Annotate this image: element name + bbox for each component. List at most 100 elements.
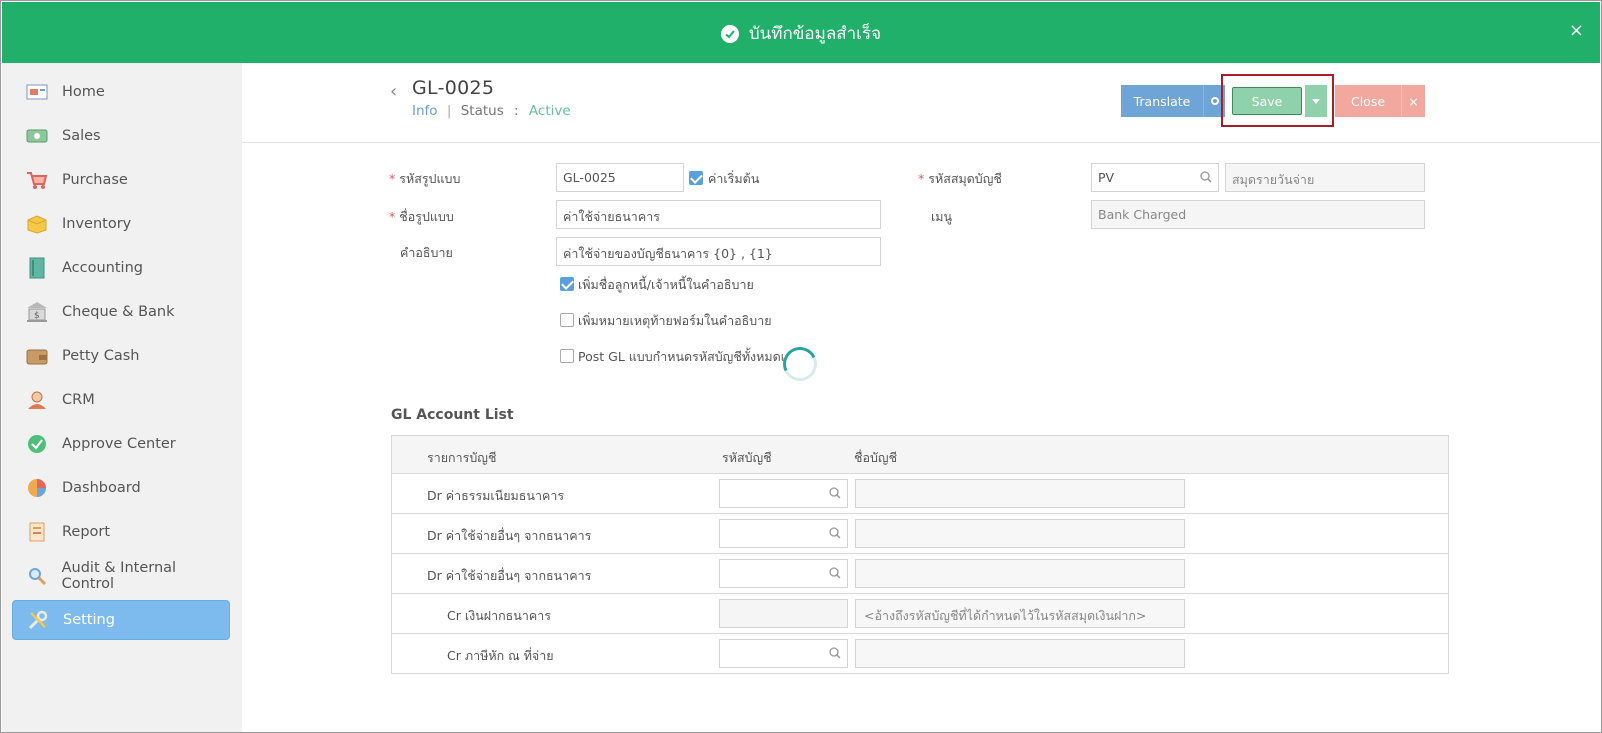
sidebar-item-label: Inventory (62, 216, 132, 232)
app-window: บันทึกข้อมูลสำเร็จ × Home Sales Purchase… (0, 0, 1602, 733)
row-label: Dr ค่าใช้จ่ายอื่นๆ จากธนาคาร (427, 568, 592, 583)
sidebar-item-home[interactable]: Home (12, 72, 230, 112)
sidebar-item-cheque-bank[interactable]: $ Cheque & Bank (12, 292, 230, 332)
report-icon (26, 521, 48, 543)
sidebar: Home Sales Purchase Inventory Accounting… (2, 63, 242, 732)
status-label: Status (460, 103, 504, 119)
sidebar-item-accounting[interactable]: Accounting (12, 248, 230, 288)
table-row: Cr ภาษีหัก ณ ที่จ่าย (392, 634, 1448, 674)
code-field[interactable]: GL-0025 (556, 163, 684, 192)
search-icon[interactable] (829, 647, 841, 663)
sales-icon (26, 125, 48, 147)
status-badge: Active (528, 103, 571, 119)
account-name-field (855, 519, 1185, 548)
table-header: รายการบัญชี รหัสบัญชี ชื่อบัญชี (392, 436, 1448, 474)
search-icon[interactable] (829, 527, 841, 543)
check-circle-icon (720, 24, 739, 43)
search-icon[interactable] (829, 487, 841, 503)
sidebar-item-label: Report (62, 524, 111, 540)
journal-name-field: สมุดรายวันจ่าย (1225, 163, 1425, 192)
close-button[interactable]: Close (1335, 85, 1401, 117)
sidebar-item-audit[interactable]: Audit & Internal Control (12, 556, 230, 596)
table-row: Dr ค่าธรรมเนียมธนาคาร (392, 474, 1448, 514)
default-checkbox-label: ค่าเริ่มต้น (708, 171, 760, 186)
desc-field[interactable]: ค่าใช้จ่ายของบัญชีธนาคาร {0} , {1} (556, 237, 881, 266)
account-name-field: <อ้างถึงรหัสบัญชีที่ได้กำหนดไว้ในรหัสสมุ… (855, 599, 1185, 628)
post-gl-label: Post GL แบบกำหนดรหัสบัญชีทั้งหมดเ (578, 349, 786, 364)
sidebar-item-setting[interactable]: Setting (12, 600, 230, 640)
account-code-input[interactable] (719, 519, 848, 548)
gl-account-table: รายการบัญชี รหัสบัญชี ชื่อบัญชี Dr ค่าธร… (391, 435, 1449, 674)
book-icon (26, 257, 48, 279)
toast-close-button[interactable]: × (1569, 20, 1584, 41)
sidebar-item-label: Cheque & Bank (62, 304, 175, 320)
name-label: * ชื่อรูปแบบ (389, 209, 454, 224)
tab-info[interactable]: Info (412, 103, 438, 119)
sidebar-item-label: Approve Center (62, 436, 176, 452)
close-x-button[interactable]: × (1401, 85, 1425, 117)
code-label: * รหัสรูปแบบ (389, 171, 461, 186)
row-label: Cr ภาษีหัก ณ ที่จ่าย (447, 648, 554, 663)
sidebar-item-label: Petty Cash (62, 348, 140, 364)
column-header: รายการบัญชี (427, 450, 497, 465)
sidebar-item-purchase[interactable]: Purchase (12, 160, 230, 200)
journal-label: * รหัสสมุดบัญชี (918, 171, 1002, 186)
sidebar-item-dashboard[interactable]: Dashboard (12, 468, 230, 508)
account-name-field (855, 639, 1185, 668)
default-checkbox[interactable] (689, 171, 703, 185)
pie-chart-icon (26, 477, 48, 499)
name-field[interactable]: ค่าใช้จ่ายธนาคาร (556, 200, 881, 229)
add-debtor-checkbox[interactable] (560, 277, 574, 291)
column-header: ชื่อบัญชี (854, 450, 898, 465)
bank-icon: $ (26, 301, 48, 323)
add-remark-checkbox[interactable] (560, 313, 574, 327)
row-label: Dr ค่าใช้จ่ายอื่นๆ จากธนาคาร (427, 528, 592, 543)
cart-icon (26, 169, 48, 191)
sidebar-item-label: Sales (62, 128, 101, 144)
journal-code-field[interactable]: PV (1091, 163, 1219, 192)
search-icon[interactable] (829, 567, 841, 583)
sidebar-item-approve-center[interactable]: Approve Center (12, 424, 230, 464)
desc-label: คำอธิบาย (400, 245, 453, 260)
sidebar-item-petty-cash[interactable]: Petty Cash (12, 336, 230, 376)
success-toast: บันทึกข้อมูลสำเร็จ × (2, 2, 1600, 63)
save-highlight-box (1221, 74, 1334, 127)
sidebar-item-label: Accounting (62, 260, 143, 276)
sidebar-item-label: Dashboard (62, 480, 141, 496)
sidebar-item-label: Setting (63, 612, 115, 628)
column-header: รหัสบัญชี (722, 450, 772, 465)
row-label: Cr เงินฝากธนาคาร (447, 608, 551, 623)
account-name-field (855, 479, 1185, 508)
menu-label: เมนู (931, 209, 953, 224)
status-colon: : (514, 103, 519, 119)
post-gl-checkbox[interactable] (560, 349, 574, 363)
sidebar-item-label: CRM (62, 392, 95, 408)
account-code-input[interactable] (719, 559, 848, 588)
box-icon (26, 213, 48, 235)
check-circle-icon (26, 433, 48, 455)
sidebar-item-label: Home (62, 84, 105, 100)
sidebar-item-sales[interactable]: Sales (12, 116, 230, 156)
sidebar-item-label: Audit & Internal Control (61, 560, 177, 592)
tools-icon (27, 609, 49, 631)
account-code-readonly (719, 599, 848, 628)
back-button[interactable]: ‹ (390, 81, 397, 102)
translate-button[interactable]: Translate (1121, 85, 1203, 117)
sidebar-item-report[interactable]: Report (12, 512, 230, 552)
sidebar-item-inventory[interactable]: Inventory (12, 204, 230, 244)
add-debtor-label: เพิ่มชื่อลูกหนี้/เจ้าหนี้ในคำอธิบาย (578, 277, 754, 292)
table-row: Dr ค่าใช้จ่ายอื่นๆ จากธนาคาร (392, 554, 1448, 594)
sidebar-item-crm[interactable]: CRM (12, 380, 230, 420)
table-row: Cr เงินฝากธนาคาร <อ้างถึงรหัสบัญชีที่ได้… (392, 594, 1448, 634)
svg-text:$: $ (34, 311, 40, 321)
account-code-input[interactable] (719, 479, 848, 508)
page-title: GL-0025 (412, 77, 495, 99)
search-icon[interactable] (1200, 171, 1212, 186)
add-remark-label: เพิ่มหมายเหตุท้ายฟอร์มในคำอธิบาย (578, 313, 772, 328)
row-label: Dr ค่าธรรมเนียมธนาคาร (427, 488, 565, 503)
account-code-input[interactable] (719, 639, 848, 668)
toast-message: บันทึกข้อมูลสำเร็จ (748, 24, 882, 44)
home-icon (26, 81, 48, 103)
menu-field: Bank Charged (1091, 200, 1425, 229)
wallet-icon (26, 345, 48, 367)
